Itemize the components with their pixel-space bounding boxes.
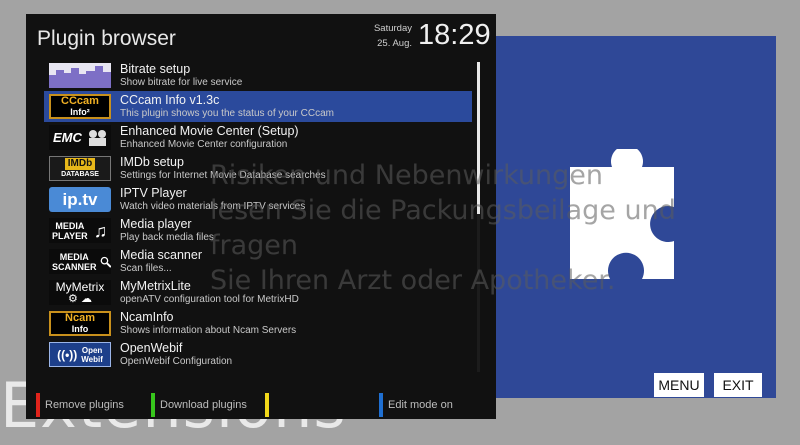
cccam-info-icon: CCcam Info² (49, 94, 111, 119)
blue-key-bar (379, 393, 383, 417)
yellow-key-bar (265, 393, 269, 417)
media-scanner-icon: MEDIA SCANNER (49, 249, 111, 274)
plugin-name: Media player (120, 217, 192, 231)
plugin-name: Enhanced Movie Center (Setup) (120, 124, 299, 138)
yellow-key[interactable] (265, 393, 274, 417)
plugin-row[interactable]: MEDIA PLAYER ♫ Media player Play back me… (44, 215, 472, 246)
plugin-description: openATV configuration tool for MetrixHD (120, 294, 299, 305)
green-key-download-plugins[interactable]: Download plugins (151, 393, 247, 417)
plugin-row[interactable]: IMDb DATABASE IMDb setup Settings for In… (44, 153, 472, 184)
plugin-description: Play back media files (120, 232, 214, 243)
plugin-row[interactable]: MEDIA SCANNER Media scanner Scan files..… (44, 246, 472, 277)
iptv-icon: ip.tv (49, 187, 111, 212)
emc-icon: EMC (49, 125, 111, 150)
plugin-name: NcamInfo (120, 310, 174, 324)
plugin-browser-window: Plugin browser Saturday 25. Aug. 18:29 B… (26, 14, 496, 419)
exit-button[interactable]: EXIT (714, 373, 762, 397)
plugin-row[interactable]: Ncam Info NcamInfo Shows information abo… (44, 308, 472, 339)
plugin-description: OpenWebif Configuration (120, 356, 233, 367)
plugin-description: Shows information about Ncam Servers (120, 325, 297, 336)
plugin-row[interactable]: MyMetrix ⚙ ☁ MyMetrixLite openATV config… (44, 277, 472, 308)
plugin-row[interactable]: ip.tv IPTV Player Watch video materials … (44, 184, 472, 215)
red-key-label: Remove plugins (45, 399, 124, 411)
plugin-row[interactable]: ((•)) Open Webif OpenWebif OpenWebif Con… (44, 339, 472, 370)
plugin-preview-panel: MENU EXIT (482, 36, 776, 398)
date-label: 25. Aug. (377, 38, 412, 49)
clock: 18:29 (418, 19, 491, 51)
green-key-label: Download plugins (160, 399, 247, 411)
menu-button[interactable]: MENU (654, 373, 704, 397)
plugin-name: IPTV Player (120, 186, 187, 200)
openwebif-icon: ((•)) Open Webif (49, 342, 111, 367)
plugin-row[interactable]: EMC Enhanced Movie Center (Setup) Enhanc… (44, 122, 472, 153)
plugin-name: MyMetrixLite (120, 279, 191, 293)
list-scrollbar[interactable] (477, 62, 480, 372)
plugin-description: Scan files... (120, 263, 172, 274)
plugin-description: Show bitrate for live service (120, 77, 243, 88)
mymetrix-icon: MyMetrix ⚙ ☁ (49, 280, 111, 305)
plugin-description: Watch video materials from IPTV services (120, 201, 306, 212)
blue-key-label: Edit mode on (388, 399, 453, 411)
plugin-description: This plugin shows you the status of your… (120, 108, 334, 119)
plugin-list: Bitrate setup Show bitrate for live serv… (44, 60, 472, 370)
plugin-description: Settings for Internet Movie Database sea… (120, 170, 326, 181)
plugin-name: OpenWebif (120, 341, 183, 355)
plugin-row-selected[interactable]: CCcam Info² CCcam Info v1.3c This plugin… (44, 91, 472, 122)
plugin-description: Enhanced Movie Center configuration (120, 139, 288, 150)
media-player-icon: MEDIA PLAYER ♫ (49, 218, 111, 243)
plugin-name: Media scanner (120, 248, 202, 262)
red-key-bar (36, 393, 40, 417)
plugin-name: Bitrate setup (120, 62, 191, 76)
ncam-info-icon: Ncam Info (49, 311, 111, 336)
plugin-name: CCcam Info v1.3c (120, 93, 220, 107)
imdb-icon: IMDb DATABASE (49, 156, 111, 181)
bitrate-graph-icon (49, 63, 111, 88)
blue-key-edit-mode[interactable]: Edit mode on (379, 393, 453, 417)
plugin-row[interactable]: Bitrate setup Show bitrate for live serv… (44, 60, 472, 91)
green-key-bar (151, 393, 155, 417)
date-display: Saturday 25. Aug. (368, 21, 412, 51)
plugin-name: IMDb setup (120, 155, 184, 169)
day-label: Saturday (373, 23, 412, 34)
red-key-remove-plugins[interactable]: Remove plugins (36, 393, 124, 417)
window-title: Plugin browser (37, 27, 176, 50)
scrollbar-thumb[interactable] (477, 62, 480, 214)
puzzle-piece-icon (570, 149, 674, 279)
